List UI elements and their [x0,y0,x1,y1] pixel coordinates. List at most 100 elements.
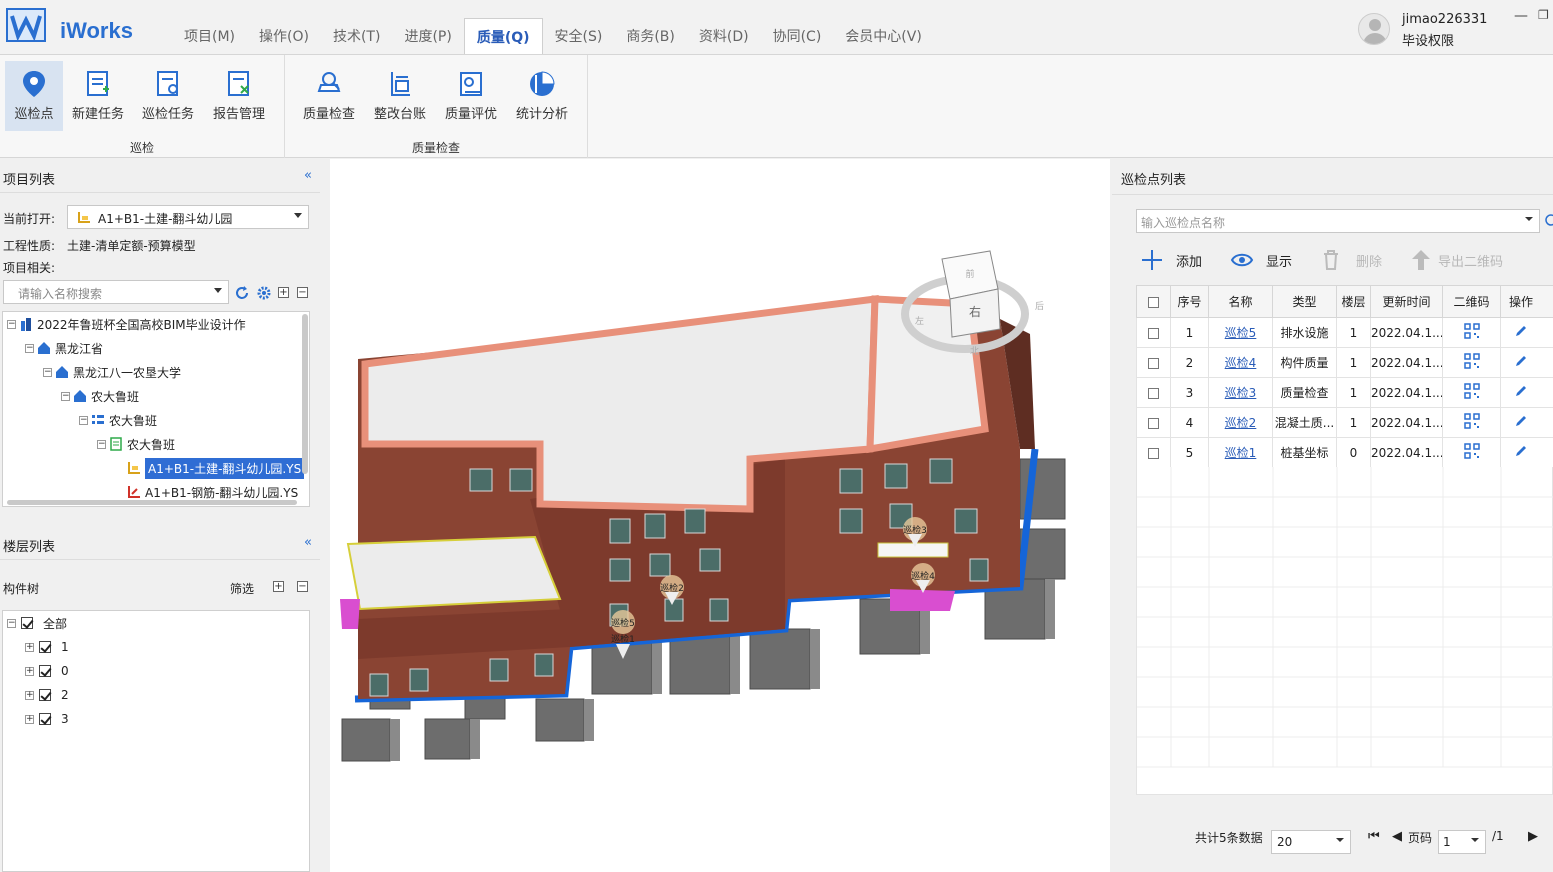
marker-4[interactable]: 巡检4 [911,570,935,582]
collapse-left-icon[interactable]: « [304,168,312,183]
table-row[interactable]: 1 巡检5 排水设施 1 2022.04.1... [1136,317,1553,348]
tree-node[interactable]: − 黑龙江省 [25,338,103,358]
floor-checkbox[interactable] [39,713,51,725]
edit-icon[interactable] [1500,377,1553,408]
gear-icon[interactable] [256,285,272,301]
tree-hscrollbar[interactable] [7,500,297,505]
tree-expand-icon[interactable]: + [25,666,34,676]
statistical-analysis-button[interactable]: 统计分析 [513,61,571,131]
cell-name-link[interactable]: 巡检1 [1208,437,1273,468]
expand-all-icon[interactable]: + [278,287,289,298]
qrcode-icon[interactable] [1442,437,1501,468]
avatar[interactable] [1358,13,1390,45]
tree-node[interactable]: − 农大鲁班 [79,410,157,430]
table-row[interactable]: 3 巡检3 质量检查 1 2022.04.1... [1136,377,1553,408]
collapse-all-icon[interactable]: − [297,287,308,298]
column-header[interactable]: 序号 [1170,285,1209,318]
menu-documents[interactable]: 资料(D) [687,18,761,54]
tree-scrollbar[interactable] [302,314,308,474]
floor-node[interactable]: + 1 [25,637,69,657]
first-page-icon[interactable]: ⏮ [1368,829,1380,844]
viewcube-north-label[interactable]: 北 [970,346,979,357]
restore-icon[interactable]: ❐ [1538,8,1549,22]
inspection-point-button[interactable]: 巡检点 [5,61,63,131]
edit-icon[interactable] [1500,437,1553,468]
floor-node[interactable]: + 2 [25,685,69,705]
viewcube-front-label[interactable]: 前 [965,268,974,280]
viewcube-left-label[interactable]: 左 [915,315,924,327]
menu-safety[interactable]: 安全(S) [543,18,615,54]
filter-button[interactable]: 筛选 [230,580,254,597]
tree-expand-icon[interactable]: + [25,642,34,652]
column-header[interactable]: 楼层 [1336,285,1371,318]
viewcube-face-label[interactable]: 右 [969,304,981,319]
floor-node[interactable]: + 3 [25,709,69,729]
delete-button[interactable]: 删除 [1320,249,1382,271]
floor-checkbox[interactable] [39,641,51,653]
menu-progress[interactable]: 进度(P) [392,18,463,54]
table-row[interactable]: 2 巡检4 构件质量 1 2022.04.1... [1136,347,1553,378]
tree-node[interactable]: − 黑龙江八一农垦大学 [43,362,181,382]
rectification-ledger-button[interactable]: 整改台账 [371,61,429,131]
table-row[interactable]: 5 巡检1 桩基坐标 0 2022.04.1... [1136,437,1553,468]
menu-business[interactable]: 商务(B) [614,18,687,54]
marker-2[interactable]: 巡检2 [660,582,684,594]
tree-expand-icon[interactable]: + [25,714,34,724]
row-checkbox[interactable] [1136,437,1171,468]
collapse-left-icon[interactable]: « [304,535,312,550]
add-button[interactable]: 添加 [1140,249,1202,271]
tree-node[interactable]: − 农大鲁班 [61,386,139,406]
expand-all-icon[interactable]: + [273,581,284,592]
marker-5[interactable]: 巡检5 [611,617,635,629]
menu-member-center[interactable]: 会员中心(V) [833,18,934,54]
page-size-select[interactable]: 20 [1271,830,1351,854]
tree-expand-icon[interactable]: + [25,690,34,700]
refresh-icon[interactable] [234,285,250,301]
row-checkbox[interactable] [1136,317,1171,348]
export-qrcode-button[interactable]: 导出二维码 [1410,249,1503,271]
search-icon[interactable] [1544,214,1553,228]
tree-collapse-icon[interactable]: − [25,343,34,353]
tree-node[interactable]: A1+B1-钢筋-翻斗幼儿园.YS [127,482,298,502]
menu-tech[interactable]: 技术(T) [321,18,392,54]
show-button[interactable]: 显示 [1230,249,1292,271]
floor-node[interactable]: + 0 [25,661,69,681]
marker-3[interactable]: 巡检3 [903,524,927,536]
row-checkbox[interactable] [1136,407,1171,438]
model-viewport[interactable]: 巡检3 巡检2 巡检4 巡检5 巡检1 右 前 左 后 北 [330,159,1110,872]
marker-1[interactable]: 巡检1 [611,633,635,645]
tree-collapse-icon[interactable]: − [97,439,106,449]
tree-collapse-icon[interactable]: − [43,367,52,377]
edit-icon[interactable] [1500,317,1553,348]
next-page-icon[interactable]: ▶ [1528,829,1538,844]
row-checkbox[interactable] [1136,347,1171,378]
menu-collaboration[interactable]: 协同(C) [761,18,834,54]
quality-check-button[interactable]: 质量检查 [300,61,358,131]
column-header[interactable]: 二维码 [1442,285,1501,318]
cell-name-link[interactable]: 巡检4 [1208,347,1273,378]
floor-node-all[interactable]: − 全部 [7,613,67,633]
edit-icon[interactable] [1500,407,1553,438]
building-3d-model[interactable]: 巡检3 巡检2 巡检4 巡检5 巡检1 右 前 左 后 北 [330,159,1110,872]
qrcode-icon[interactable] [1442,347,1501,378]
quality-evaluation-button[interactable]: 质量评优 [442,61,500,131]
floor-checkbox[interactable] [21,617,33,629]
report-management-button[interactable]: 报告管理 [210,61,268,131]
column-header[interactable]: 更新时间 [1370,285,1443,318]
page-number-select[interactable]: 1 [1438,830,1486,854]
menu-quality[interactable]: 质量(Q) [463,18,543,54]
floor-checkbox[interactable] [39,665,51,677]
column-header[interactable]: 类型 [1272,285,1337,318]
prev-page-icon[interactable]: ◀ [1392,829,1402,844]
viewcube-back-label[interactable]: 后 [1035,301,1044,312]
floor-checkbox[interactable] [39,689,51,701]
cell-name-link[interactable]: 巡检5 [1208,317,1273,348]
select-all-checkbox[interactable] [1136,285,1171,318]
tree-collapse-icon[interactable]: − [7,319,16,329]
table-row[interactable]: 4 巡检2 混凝土质... 1 2022.04.1... [1136,407,1553,438]
qrcode-icon[interactable] [1442,377,1501,408]
inspection-search-input[interactable]: 输入巡检点名称 [1136,209,1540,233]
edit-icon[interactable] [1500,347,1553,378]
collapse-all-icon[interactable]: − [297,581,308,592]
column-header[interactable]: 操作 [1500,285,1553,318]
